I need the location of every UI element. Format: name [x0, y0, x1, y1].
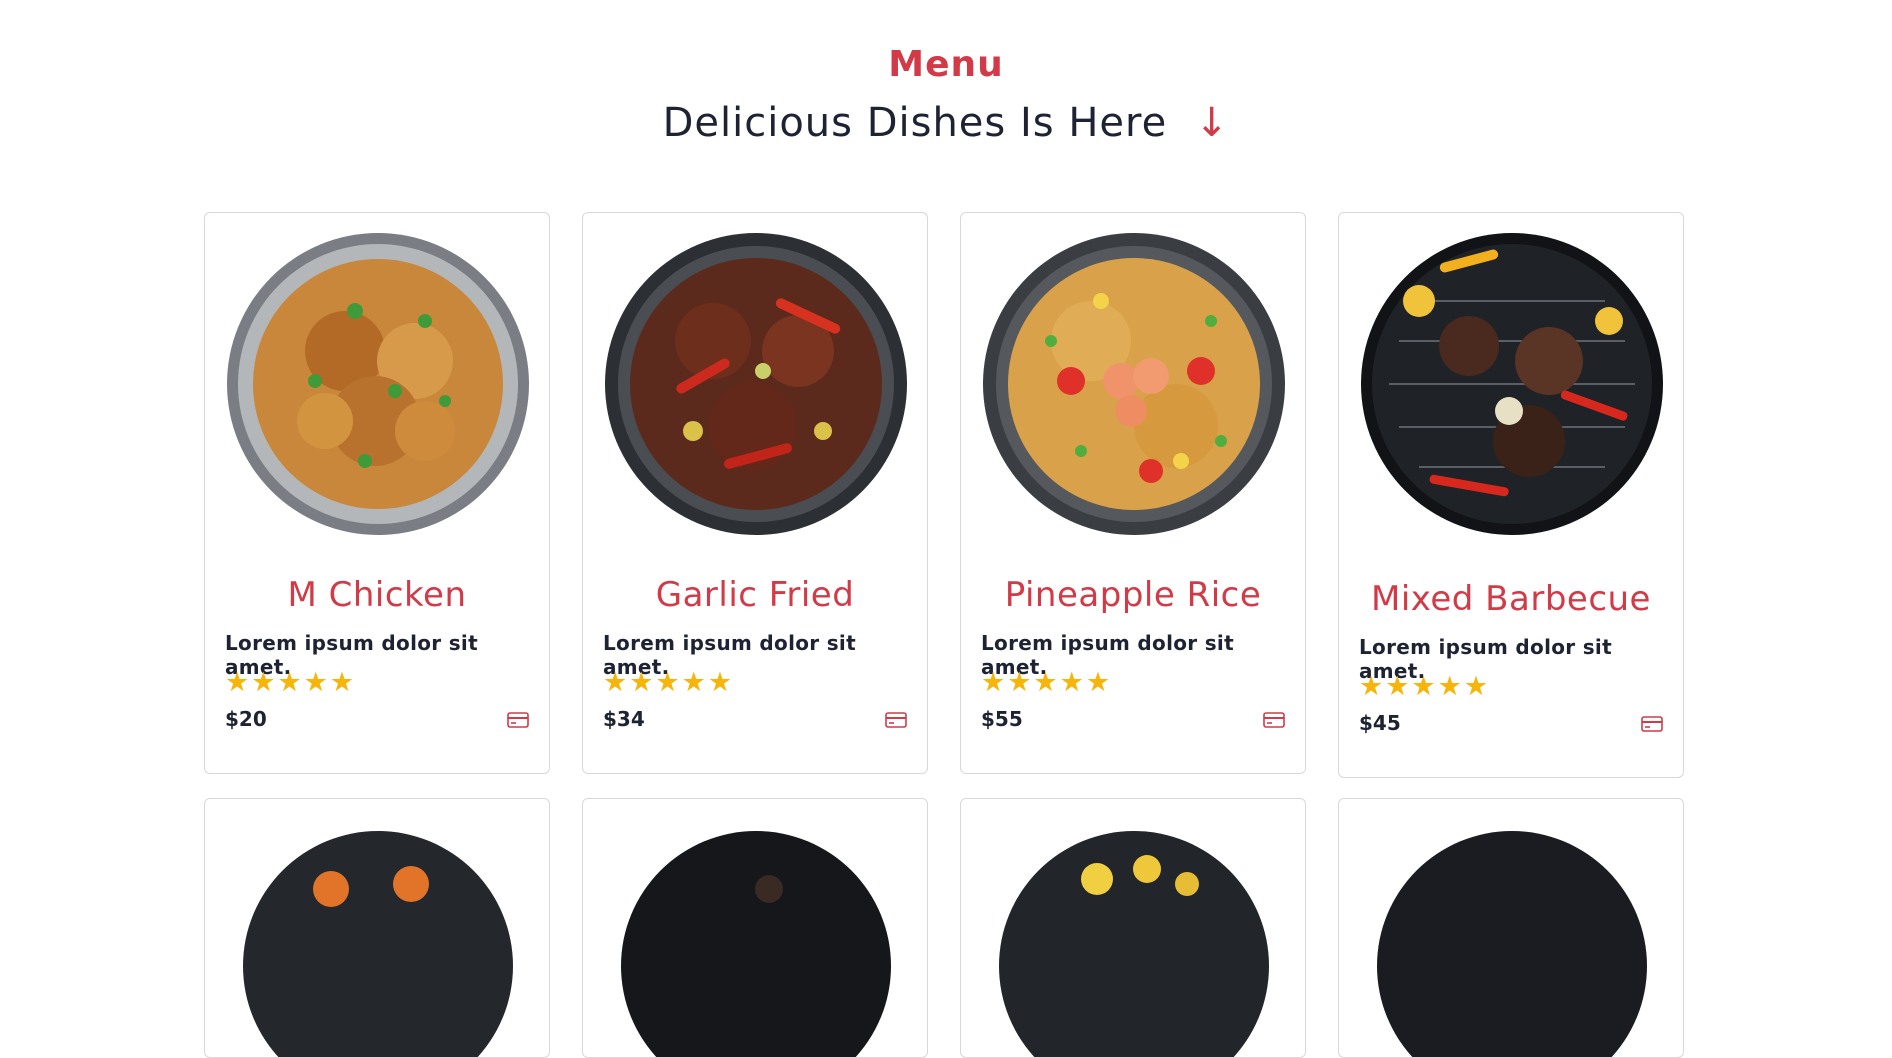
dish-image: [983, 233, 1285, 535]
dish-image: [1377, 831, 1647, 1057]
credit-card-icon[interactable]: [885, 711, 907, 729]
arrow-down-icon: ↓: [1194, 100, 1230, 146]
star-rating: ★★★★★: [225, 667, 357, 698]
menu-card[interactable]: Pineapple Rice Lorem ipsum dolor sit ame…: [960, 212, 1306, 774]
credit-card-icon[interactable]: [507, 711, 529, 729]
dish-price: $34: [603, 707, 645, 731]
dish-image: [999, 831, 1269, 1057]
dish-name[interactable]: M Chicken: [205, 575, 549, 615]
dish-name[interactable]: Garlic Fried: [583, 575, 927, 615]
dish-price: $55: [981, 707, 1023, 731]
dish-image: [227, 233, 529, 535]
dish-image: [605, 233, 907, 535]
menu-card[interactable]: [960, 798, 1306, 1058]
dish-image: [621, 831, 891, 1057]
star-rating: ★★★★★: [603, 667, 735, 698]
dish-image: [1361, 233, 1663, 535]
menu-card[interactable]: [204, 798, 550, 1058]
dish-name[interactable]: Mixed Barbecue: [1339, 579, 1683, 619]
menu-card[interactable]: Mixed Barbecue Lorem ipsum dolor sit ame…: [1338, 212, 1684, 778]
dish-image: [243, 831, 513, 1057]
menu-card[interactable]: [1338, 798, 1684, 1058]
star-rating: ★★★★★: [981, 667, 1113, 698]
section-title: Delicious Dishes Is Here ↓: [0, 100, 1892, 146]
dish-price: $45: [1359, 711, 1401, 735]
section-title-text: Delicious Dishes Is Here: [662, 100, 1168, 146]
credit-card-icon[interactable]: [1641, 715, 1663, 733]
menu-card[interactable]: Garlic Fried Lorem ipsum dolor sit amet.…: [582, 212, 928, 774]
section-label: Menu: [888, 44, 1004, 85]
credit-card-icon[interactable]: [1263, 711, 1285, 729]
menu-card[interactable]: [582, 798, 928, 1058]
star-rating: ★★★★★: [1359, 671, 1491, 702]
dish-price: $20: [225, 707, 267, 731]
menu-card[interactable]: M Chicken Lorem ipsum dolor sit amet. ★★…: [204, 212, 550, 774]
dish-name[interactable]: Pineapple Rice: [961, 575, 1305, 615]
